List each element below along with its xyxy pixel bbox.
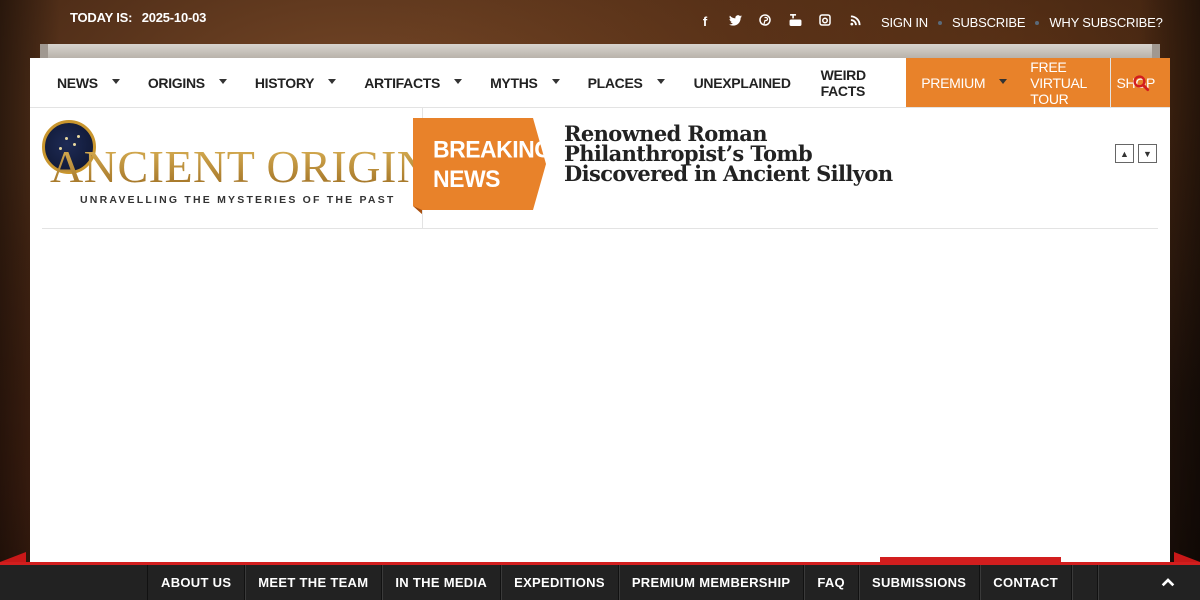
footer-link-contact[interactable]: CONTACT [980, 565, 1072, 600]
nav-label: PREMIUM [921, 75, 986, 91]
search-icon [1132, 75, 1149, 92]
footer-link-meet-the-team[interactable]: MEET THE TEAM [245, 565, 383, 600]
caret-down-icon [328, 78, 337, 84]
footer-corner-decoration [1174, 552, 1200, 562]
decorative-strip [40, 44, 1160, 58]
chevron-down-icon[interactable]: ▼ [1138, 144, 1157, 163]
footer-link-expeditions[interactable]: EXPEDITIONS [501, 565, 619, 600]
nav-label: ORIGINS [147, 75, 205, 91]
logo-tagline: UNRAVELLING THE MYSTERIES OF THE PAST [80, 194, 396, 206]
nav-item-news[interactable]: NEWS [30, 58, 134, 108]
nav-label: PLACES [587, 75, 643, 91]
search-button[interactable] [1110, 58, 1170, 108]
nav-item-places[interactable]: PLACES [574, 58, 679, 108]
nav-item-history[interactable]: HISTORY [241, 58, 350, 108]
footer-link-faq[interactable]: FAQ [804, 565, 859, 600]
separator-dot [938, 20, 942, 25]
top-bar: TODAY IS: 2025-10-03 f SIGN IN SUBSCRIBE… [0, 0, 1200, 44]
breaking-label-line1: BREAKING [433, 135, 552, 163]
main-navigation: NEWS ORIGINS HISTORY ARTIFACTS MYTHS PLA… [30, 58, 1170, 108]
nav-item-origins[interactable]: ORIGINS [134, 58, 241, 108]
header-bottom-divider [42, 228, 1158, 229]
caret-down-icon [656, 78, 665, 84]
nav-label: MYTHS [490, 75, 538, 91]
pinterest-icon[interactable] [750, 14, 780, 29]
separator-dot [1035, 20, 1040, 25]
footer-link-in-the-media[interactable]: IN THE MEDIA [382, 565, 502, 600]
caret-down-icon [111, 78, 120, 84]
facebook-icon[interactable]: f [690, 14, 720, 29]
social-links: f [690, 14, 870, 29]
caret-down-icon [551, 78, 560, 84]
subscribe-link[interactable]: SUBSCRIBE [952, 15, 1026, 30]
footer-navigation: ABOUT US MEET THE TEAM IN THE MEDIA EXPE… [0, 565, 1200, 600]
date-display: TODAY IS: 2025-10-03 [70, 10, 206, 25]
nav-label: HISTORY [254, 75, 315, 91]
ticker-controls: ▲ ▼ [1115, 144, 1157, 163]
footer-links: ABOUT US MEET THE TEAM IN THE MEDIA EXPE… [147, 565, 1098, 600]
date-label: TODAY IS: [70, 10, 133, 25]
site-logo[interactable]: ANCIENT ORIGINS UNRAVELLING THE MYSTERIE… [42, 118, 456, 210]
nav-item-myths[interactable]: MYTHS [476, 58, 574, 108]
footer-link-premium-membership[interactable]: PREMIUM MEMBERSHIP [619, 565, 805, 600]
date-value: 2025-10-03 [141, 10, 207, 25]
footer-link-about-us[interactable]: ABOUT US [148, 565, 246, 600]
breaking-headline-link[interactable]: Renowned Roman Philanthropist’s Tomb Dis… [564, 123, 894, 184]
nav-item-unexplained[interactable]: UNEXPLAINED [679, 58, 806, 108]
nav-item-premium[interactable]: PREMIUM [906, 58, 1015, 108]
caret-down-icon [999, 78, 1008, 84]
twitter-icon[interactable] [720, 14, 750, 29]
chevron-up-icon[interactable]: ▲ [1115, 144, 1134, 163]
nav-item-artifacts[interactable]: ARTIFACTS [350, 58, 476, 108]
breaking-label: BREAKING NEWS [433, 135, 552, 194]
footer-spacer [1072, 565, 1098, 600]
caret-down-icon [454, 78, 463, 84]
nav-item-free-virtual-tour[interactable]: FREE VIRTUAL TOUR [1015, 58, 1101, 108]
sign-in-link[interactable]: SIGN IN [881, 15, 928, 30]
main-panel: NEWS ORIGINS HISTORY ARTIFACTS MYTHS PLA… [30, 58, 1170, 563]
nav-item-weird-facts[interactable]: WEIRD FACTS [806, 58, 906, 108]
nav-label: NEWS [57, 75, 98, 91]
logo-wordmark: ANCIENT ORIGINS [50, 141, 457, 192]
nav-label: ARTIFACTS [364, 75, 441, 91]
youtube-icon[interactable] [780, 14, 810, 29]
scroll-to-top-icon[interactable] [1160, 574, 1176, 590]
instagram-icon[interactable] [810, 14, 840, 29]
footer-corner-decoration [0, 552, 26, 562]
footer-link-submissions[interactable]: SUBMISSIONS [859, 565, 981, 600]
why-subscribe-link[interactable]: WHY SUBSCRIBE? [1049, 15, 1162, 30]
breaking-news-badge: BREAKING NEWS [413, 118, 552, 214]
account-links: SIGN IN SUBSCRIBE WHY SUBSCRIBE? [866, 15, 1163, 30]
caret-down-icon [218, 78, 227, 84]
breaking-label-line2: NEWS [433, 165, 500, 193]
